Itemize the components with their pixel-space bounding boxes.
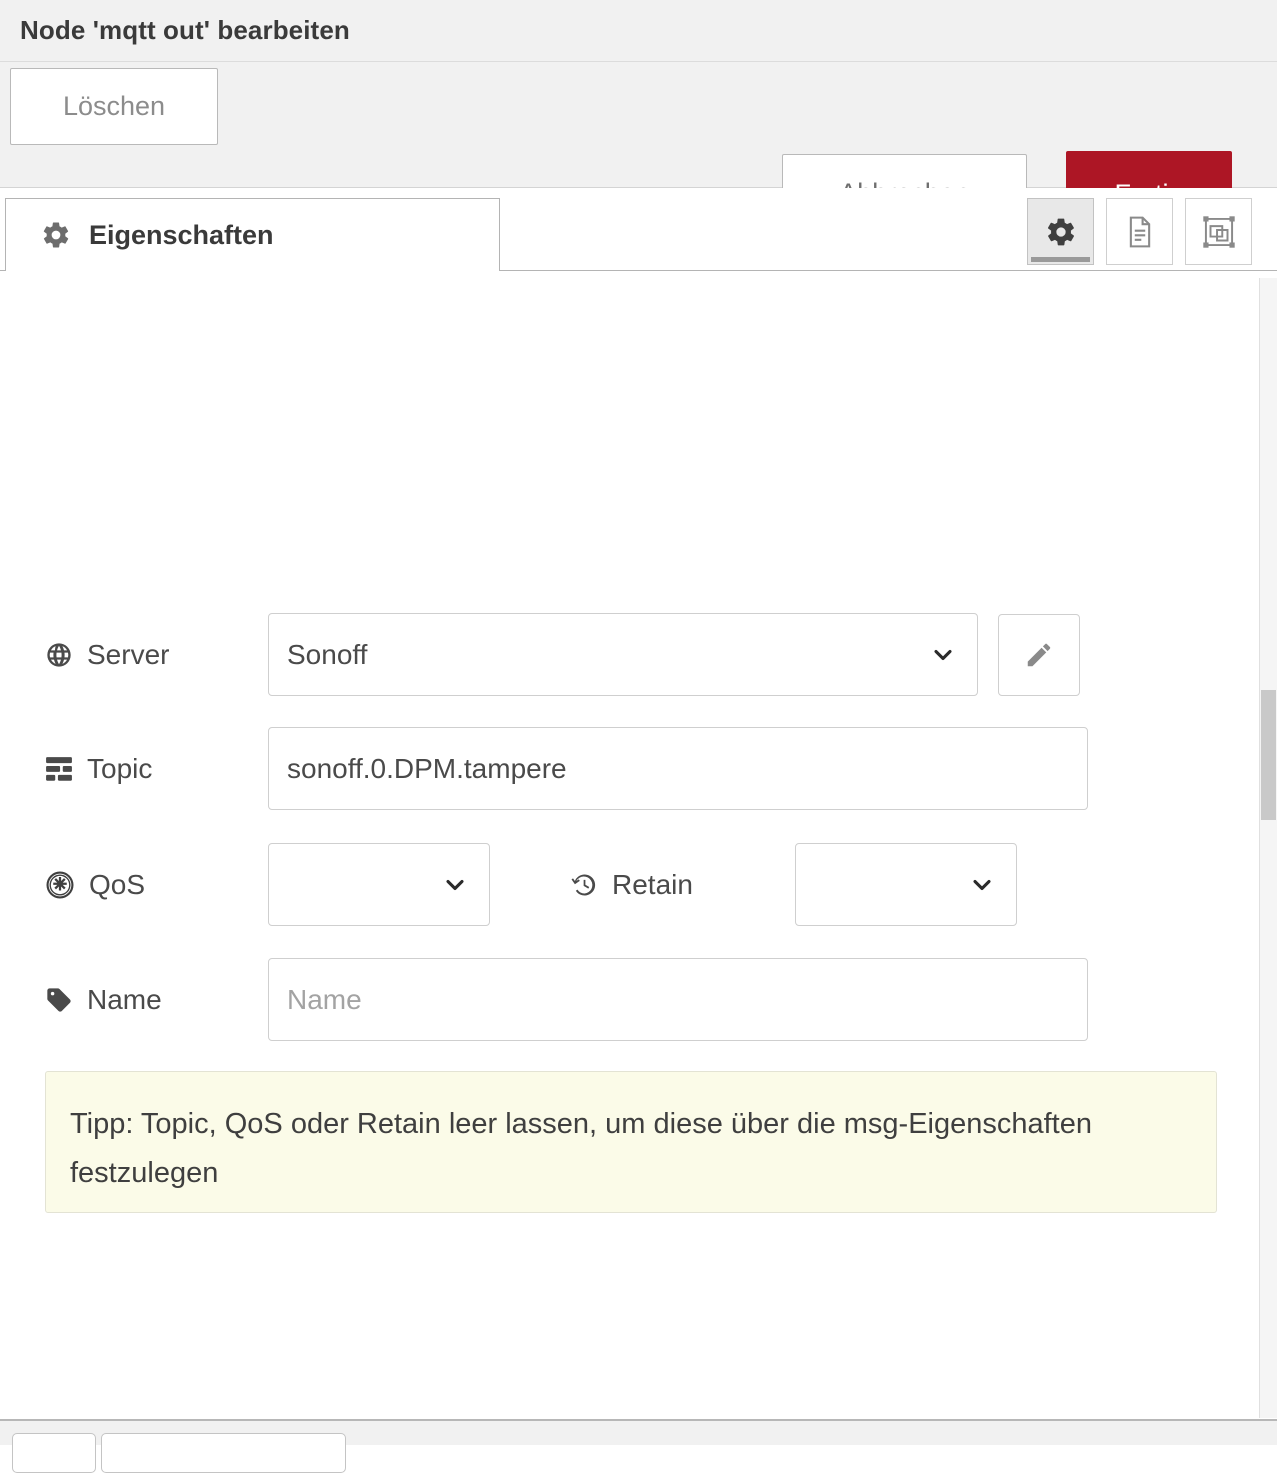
server-edit-button[interactable]: [998, 613, 1080, 696]
name-label: Name: [0, 984, 268, 1016]
footer-field[interactable]: [101, 1433, 346, 1473]
tab-tools: [1027, 198, 1252, 265]
tasks-icon: [45, 756, 73, 782]
tip-box: Tipp: Topic, QoS oder Retain leer lassen…: [45, 1071, 1217, 1213]
server-select[interactable]: Sonoff: [268, 613, 978, 696]
appearance-view-button[interactable]: [1185, 198, 1252, 265]
chevron-down-icon: [441, 871, 469, 899]
tab-label: Eigenschaften: [89, 219, 274, 250]
delete-button[interactable]: Löschen: [10, 68, 218, 145]
chevron-down-icon: [929, 641, 957, 669]
document-icon: [1124, 215, 1156, 249]
form-row-server: Server Sonoff: [0, 613, 1240, 696]
name-label-text: Name: [87, 983, 162, 1015]
form-row-qos-retain: QoS Retain: [0, 843, 1240, 926]
retain-select[interactable]: [795, 843, 1017, 926]
topic-input-value: sonoff.0.DPM.tampere: [287, 752, 567, 784]
appearance-icon: [1202, 215, 1236, 249]
chevron-down-icon: [968, 871, 996, 899]
dialog-footer: [0, 1419, 1277, 1473]
gear-icon: [41, 220, 71, 250]
scrollbar-thumb[interactable]: [1261, 690, 1276, 820]
topic-label: Topic: [0, 753, 268, 785]
tab-bar: Eigenschaften: [0, 188, 1277, 271]
dialog-toolbar: Löschen Abbrechen Fertig: [0, 62, 1277, 237]
name-input[interactable]: Name: [268, 958, 1088, 1041]
name-input-placeholder: Name: [287, 983, 362, 1015]
retain-label-text: Retain: [612, 868, 693, 900]
gear-icon: [1045, 216, 1077, 248]
tag-icon: [45, 986, 73, 1014]
form-row-topic: Topic sonoff.0.DPM.tampere: [0, 727, 1240, 810]
qos-label-text: QoS: [89, 868, 146, 900]
qos-select[interactable]: [268, 843, 490, 926]
empire-icon: [45, 870, 75, 900]
globe-icon: [45, 641, 73, 669]
properties-view-button[interactable]: [1027, 198, 1094, 265]
description-view-button[interactable]: [1106, 198, 1173, 265]
topic-label-text: Topic: [87, 752, 153, 784]
topic-input[interactable]: sonoff.0.DPM.tampere: [268, 727, 1088, 810]
pencil-icon: [1024, 640, 1054, 670]
tab-eigenschaften[interactable]: Eigenschaften: [5, 198, 500, 271]
server-label-text: Server: [87, 638, 170, 670]
dialog-header: Node 'mqtt out' bearbeiten: [0, 0, 1277, 62]
qos-label: QoS: [0, 869, 268, 901]
dialog-title: Node 'mqtt out' bearbeiten: [20, 15, 350, 45]
server-select-value: Sonoff: [287, 638, 368, 670]
history-icon: [570, 871, 598, 899]
footer-button[interactable]: [12, 1433, 96, 1473]
server-label: Server: [0, 639, 268, 671]
retain-label: Retain: [490, 869, 795, 901]
scrollbar-track[interactable]: [1259, 278, 1277, 1418]
form-row-name: Name Name: [0, 958, 1240, 1041]
